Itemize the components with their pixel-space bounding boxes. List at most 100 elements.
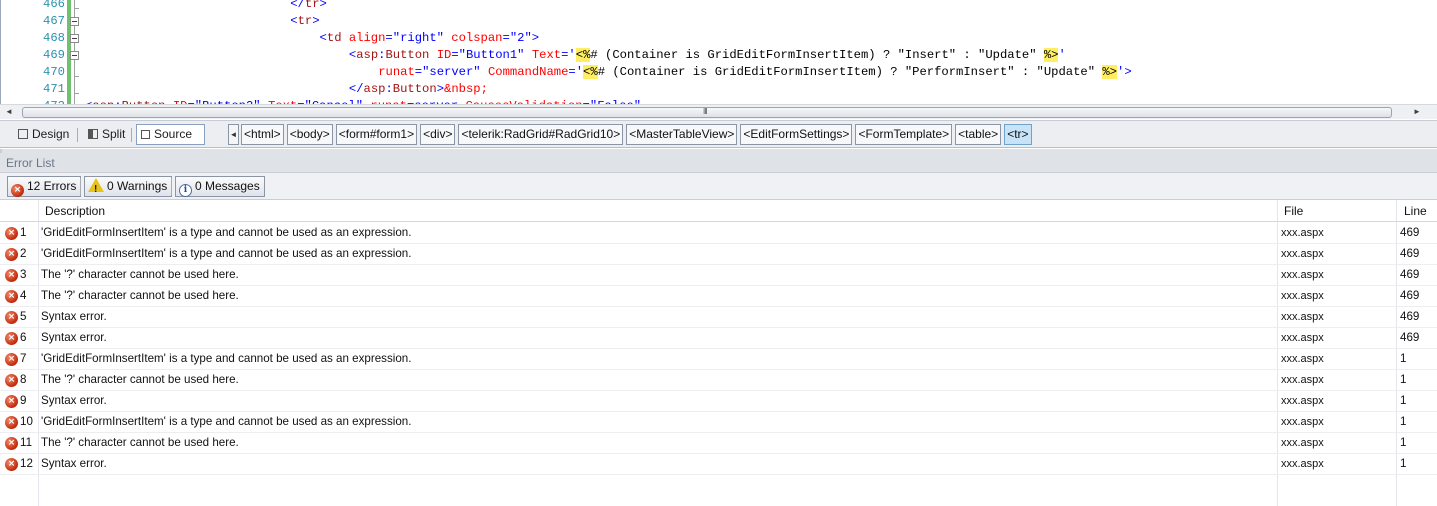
- code-line[interactable]: 470 runat="server" CommandName='<%# (Cont…: [1, 64, 1437, 81]
- error-row[interactable]: × 10 'GridEditFormInsertItem' is a type an…: [0, 412, 1437, 433]
- line-column-header[interactable]: Line: [1404, 200, 1427, 222]
- error-file: xxx.aspx: [1281, 416, 1324, 428]
- code-line[interactable]: 466 </tr>: [1, 0, 1437, 13]
- code-token: =: [568, 65, 576, 79]
- breadcrumb-scroll-left-icon[interactable]: ◄: [228, 124, 239, 145]
- error-file: xxx.aspx: [1281, 227, 1324, 239]
- error-line: 1: [1400, 352, 1407, 365]
- code-token: ': [575, 65, 584, 79]
- code-token: Button: [392, 82, 437, 96]
- error-file: xxx.aspx: [1281, 332, 1324, 344]
- code-text[interactable]: <asp:Button ID="Button1" Text='<%# (Cont…: [349, 47, 1066, 64]
- error-rows: × 1 'GridEditFormInsertItem' is a type and…: [0, 223, 1437, 475]
- code-token: </: [348, 82, 364, 96]
- breadcrumb-item[interactable]: <EditFormSettings>: [740, 124, 853, 145]
- code-line[interactable]: 467 <tr>: [1, 13, 1437, 30]
- error-line: 1: [1400, 436, 1407, 449]
- error-row[interactable]: × 7 'GridEditFormInsertItem' is a type and…: [0, 349, 1437, 370]
- error-line: 1: [1400, 394, 1407, 407]
- error-row[interactable]: × 6 Syntax error. xxx.aspx 469: [0, 328, 1437, 349]
- design-view-icon: [18, 129, 28, 139]
- code-token: colspan: [451, 31, 503, 45]
- breadcrumb-item[interactable]: <MasterTableView>: [626, 124, 738, 145]
- editor-horizontal-scrollbar[interactable]: ◄ III ►: [0, 104, 1437, 119]
- code-token: >: [531, 31, 540, 45]
- code-token: >: [436, 82, 445, 96]
- collapse-region-icon[interactable]: [70, 51, 79, 60]
- breadcrumb-item[interactable]: <body>: [286, 124, 333, 145]
- error-row[interactable]: × 12 Syntax error. xxx.aspx 1: [0, 454, 1437, 475]
- code-token: "2": [509, 31, 532, 45]
- code-text[interactable]: <tr>: [290, 13, 319, 30]
- error-file: xxx.aspx: [1281, 458, 1324, 470]
- error-line: 469: [1400, 310, 1420, 323]
- collapse-region-icon[interactable]: [70, 34, 79, 43]
- toolbar-separator: [171, 178, 172, 195]
- line-number: 469: [43, 48, 65, 62]
- error-row[interactable]: × 4 The '?' character cannot be used here.…: [0, 286, 1437, 307]
- source-view-button[interactable]: Source: [136, 124, 205, 145]
- breadcrumb-item[interactable]: <telerik:RadGrid#RadGrid10>: [458, 124, 624, 145]
- breadcrumb-item[interactable]: <tr>: [1004, 124, 1032, 145]
- breadcrumb-item[interactable]: <div>: [420, 124, 456, 145]
- warning-icon: [88, 178, 104, 199]
- split-view-button[interactable]: Split: [83, 124, 131, 145]
- breadcrumb-item[interactable]: <table>: [955, 124, 1002, 145]
- breadcrumb-item[interactable]: <FormTemplate>: [855, 124, 953, 145]
- error-row[interactable]: × 1 'GridEditFormInsertItem' is a type and…: [0, 223, 1437, 244]
- error-list-title: Error List: [0, 153, 1437, 173]
- error-icon: ×: [5, 227, 18, 240]
- code-text[interactable]: </asp:Button>&nbsp;: [349, 81, 488, 98]
- error-icon: ×: [5, 437, 18, 450]
- breadcrumb-item[interactable]: <form#form1>: [335, 124, 418, 145]
- scroll-right-arrow-icon[interactable]: ►: [1410, 105, 1424, 119]
- code-token: "Button1": [458, 48, 525, 62]
- code-text[interactable]: <td align="right" colspan="2">: [320, 30, 540, 47]
- description-column-header[interactable]: Description: [45, 200, 105, 222]
- error-row[interactable]: × 2 'GridEditFormInsertItem' is a type and…: [0, 244, 1437, 265]
- error-description: 'GridEditFormInsertItem' is a type and c…: [41, 352, 412, 365]
- error-index: 5: [20, 310, 27, 323]
- collapse-region-icon[interactable]: [70, 17, 79, 26]
- error-index: 7: [20, 352, 27, 365]
- error-file: xxx.aspx: [1281, 353, 1324, 365]
- scroll-thumb[interactable]: III: [22, 107, 1392, 118]
- code-text[interactable]: </tr>: [290, 0, 327, 13]
- scroll-left-arrow-icon[interactable]: ◄: [2, 105, 16, 119]
- error-description: 'GridEditFormInsertItem' is a type and c…: [41, 247, 412, 260]
- line-number: 467: [43, 14, 65, 28]
- error-index: 10: [20, 415, 33, 428]
- error-row[interactable]: × 9 Syntax error. xxx.aspx 1: [0, 391, 1437, 412]
- error-description: Syntax error.: [41, 394, 107, 407]
- code-line[interactable]: 468 <td align="right" colspan="2">: [1, 30, 1437, 47]
- info-icon: i: [179, 184, 192, 197]
- view-separator: [131, 128, 132, 142]
- error-row[interactable]: × 3 The '?' character cannot be used here.…: [0, 265, 1437, 286]
- code-token: <%: [575, 48, 591, 62]
- code-line[interactable]: 471 </asp:Button>&nbsp;: [1, 81, 1437, 98]
- error-row[interactable]: × 5 Syntax error. xxx.aspx 469: [0, 307, 1437, 328]
- line-number: 466: [43, 0, 65, 11]
- design-view-button[interactable]: Design: [13, 124, 75, 145]
- code-token: Button: [385, 48, 430, 62]
- error-row[interactable]: × 8 The '?' character cannot be used here.…: [0, 370, 1437, 391]
- error-icon: ×: [5, 248, 18, 261]
- file-column-header[interactable]: File: [1284, 200, 1303, 222]
- design-view-label: Design: [32, 127, 70, 141]
- breadcrumb-item[interactable]: <html>: [241, 124, 284, 145]
- error-description: The '?' character cannot be used here.: [41, 289, 239, 302]
- code-editor[interactable]: 466 </tr> 467 <tr> 468 <td align="right" cols…: [0, 0, 1437, 105]
- error-line: 1: [1400, 415, 1407, 428]
- errors-filter-label: 12 Errors: [27, 179, 77, 193]
- error-index: 2: [20, 247, 27, 260]
- error-row[interactable]: × 11 The '?' character cannot be used here…: [0, 433, 1437, 454]
- error-index: 9: [20, 394, 27, 407]
- error-file: xxx.aspx: [1281, 395, 1324, 407]
- errors-filter-button[interactable]: × 12 Errors: [7, 176, 82, 197]
- messages-filter-button[interactable]: i0 Messages: [175, 176, 265, 197]
- code-text[interactable]: runat="server" CommandName='<%# (Contain…: [378, 64, 1132, 81]
- warnings-filter-button[interactable]: 0 Warnings: [84, 176, 173, 199]
- code-line[interactable]: 469 <asp:Button ID="Button1" Text='<%# (C…: [1, 47, 1437, 64]
